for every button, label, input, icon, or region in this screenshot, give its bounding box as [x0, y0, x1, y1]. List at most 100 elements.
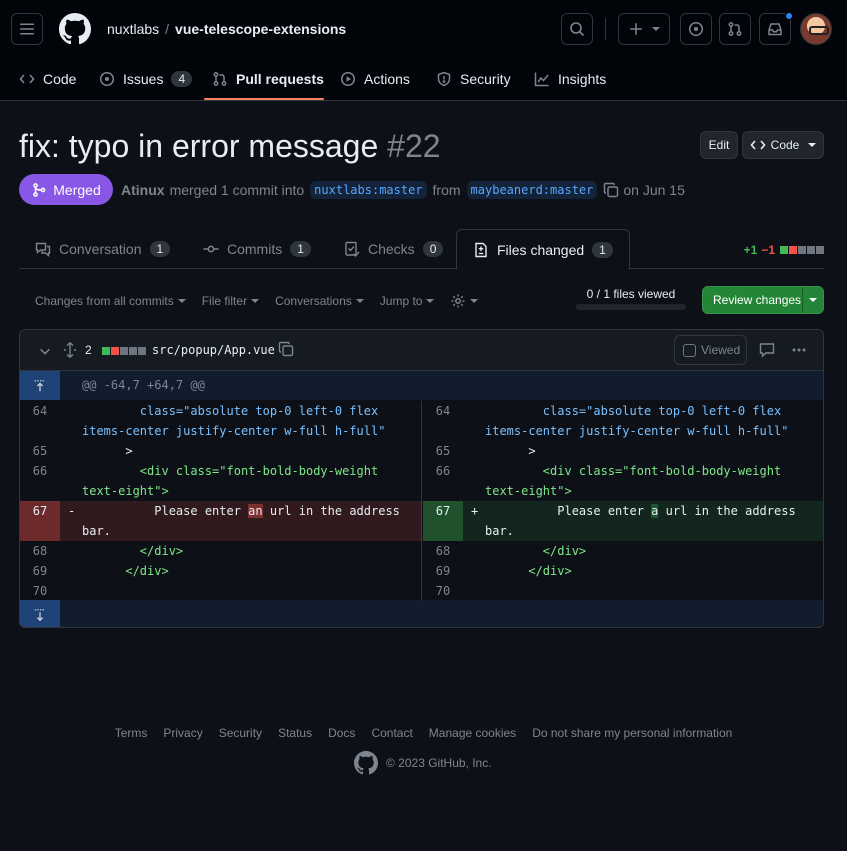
copy-icon[interactable] — [603, 182, 619, 198]
tab-label: Code — [43, 71, 77, 87]
line-number[interactable]: 69 — [20, 561, 60, 581]
collapse-file-button[interactable] — [38, 344, 52, 358]
fold-up-icon — [34, 379, 46, 391]
line-code: Please enter a url in the address bar. — [485, 501, 823, 541]
base-branch[interactable]: nuxtlabs:master — [310, 181, 427, 199]
line-number[interactable]: 69 — [423, 561, 463, 581]
expand-all-button[interactable] — [62, 342, 78, 358]
line-number[interactable]: 65 — [20, 441, 60, 461]
line-number[interactable]: 64 — [423, 401, 463, 441]
footer-link-contact[interactable]: Contact — [371, 726, 412, 740]
line-number[interactable]: 66 — [20, 461, 60, 501]
line-number[interactable]: 70 — [423, 581, 463, 601]
tab-label: Actions — [364, 71, 410, 87]
tab-conversation[interactable]: Conversation 1 — [35, 229, 171, 269]
issue-opened-icon — [688, 21, 704, 37]
tab-security[interactable]: Security — [436, 58, 511, 100]
footer-link-security[interactable]: Security — [219, 726, 262, 740]
code-dropdown-button[interactable]: Code — [742, 131, 824, 159]
copy-path-button[interactable] — [278, 341, 294, 357]
tab-actions[interactable]: Actions — [340, 58, 410, 100]
viewed-checkbox[interactable]: Viewed — [674, 335, 747, 365]
search-button[interactable] — [561, 13, 593, 45]
review-changes-button[interactable]: Review changes — [702, 286, 824, 314]
head-branch[interactable]: maybeanerd:master — [466, 181, 598, 199]
github-logo-icon[interactable] — [354, 751, 378, 775]
line-number[interactable]: 70 — [20, 581, 60, 601]
diff-line: 68 </div> — [20, 541, 422, 561]
chevron-down-icon — [426, 299, 435, 303]
pr-title: fix: typo in error message — [19, 128, 379, 164]
owner-link[interactable]: nuxtlabs — [107, 21, 159, 37]
header-divider — [605, 18, 606, 40]
footer-link-manage-cookies[interactable]: Manage cookies — [429, 726, 516, 740]
active-tab-indicator — [204, 98, 324, 100]
author-link[interactable]: Atinux — [121, 182, 165, 198]
tab-label: Commits — [227, 241, 283, 257]
tab-count-badge: 1 — [290, 241, 311, 257]
menu-button[interactable] — [11, 13, 43, 45]
footer-link-do-not-share[interactable]: Do not share my personal information — [532, 726, 732, 740]
diff-line: 70 — [20, 581, 422, 601]
tab-count-badge: 1 — [149, 241, 171, 257]
added-line: 67 + Please enter a url in the address b… — [423, 501, 823, 541]
issues-button[interactable] — [680, 13, 712, 45]
repo-nav: Code Issues 4 Pull requests Actions Secu… — [0, 58, 847, 100]
tab-issues[interactable]: Issues 4 — [99, 58, 193, 100]
tab-label: Pull requests — [236, 71, 324, 87]
pull-requests-button[interactable] — [719, 13, 751, 45]
unfold-icon — [64, 342, 76, 358]
chevron-down-icon — [470, 299, 479, 303]
user-avatar[interactable] — [800, 13, 832, 45]
tab-label: Security — [460, 71, 511, 87]
line-number[interactable]: 66 — [423, 461, 463, 501]
chevron-down-icon — [355, 299, 364, 303]
more-options-button[interactable] — [791, 342, 807, 358]
footer-link-privacy[interactable]: Privacy — [163, 726, 202, 740]
changes-from-dropdown[interactable]: Changes from all commits — [35, 294, 186, 308]
repo-link[interactable]: vue-telescope-extensions — [175, 21, 346, 37]
git-pull-request-icon — [728, 22, 742, 36]
footer-link-terms[interactable]: Terms — [115, 726, 148, 740]
tab-commits[interactable]: Commits 1 — [203, 229, 311, 269]
edit-button[interactable]: Edit — [700, 131, 738, 159]
expand-up-button[interactable] — [20, 371, 60, 400]
tab-checks[interactable]: Checks 0 — [344, 229, 444, 269]
file-filter-dropdown[interactable]: File filter — [202, 294, 260, 308]
tab-files-changed[interactable]: Files changed 1 — [456, 229, 630, 270]
create-new-button[interactable] — [618, 13, 670, 45]
line-number[interactable]: 67 — [423, 501, 463, 541]
file-path[interactable]: src/popup/App.vue — [152, 343, 275, 357]
comment-button[interactable] — [759, 342, 775, 358]
diffstat-block — [816, 246, 824, 254]
diff-settings-dropdown[interactable] — [450, 293, 479, 309]
chevron-down-icon — [809, 298, 817, 302]
diff-line: 65 > — [423, 441, 823, 461]
merged-label: Merged — [53, 181, 101, 198]
line-number[interactable]: 65 — [423, 441, 463, 461]
footer-link-docs[interactable]: Docs — [328, 726, 355, 740]
tab-pull-requests[interactable]: Pull requests — [212, 58, 324, 100]
footer-link-status[interactable]: Status — [278, 726, 312, 740]
addition-marker: + — [471, 504, 479, 518]
checkbox-icon — [683, 343, 696, 357]
github-logo-icon[interactable] — [59, 13, 91, 45]
jump-to-dropdown[interactable]: Jump to — [380, 294, 435, 308]
line-number[interactable]: 68 — [423, 541, 463, 561]
tab-insights[interactable]: Insights — [534, 58, 606, 100]
file-diff-icon — [475, 242, 487, 257]
merge-text: merged 1 commit into — [169, 182, 305, 198]
line-number[interactable]: 68 — [20, 541, 60, 561]
footer-copyright: © 2023 GitHub, Inc. — [354, 751, 492, 775]
conversations-dropdown[interactable]: Conversations — [275, 294, 364, 308]
line-code: </div> — [485, 564, 572, 578]
copy-icon — [278, 341, 294, 357]
play-icon — [340, 71, 356, 87]
issue-opened-icon — [99, 71, 115, 87]
git-pull-request-icon — [213, 72, 227, 86]
page-title: fix: typo in error message #22 — [19, 128, 441, 165]
tab-code[interactable]: Code — [19, 58, 76, 100]
line-number[interactable]: 67 — [20, 501, 60, 541]
line-number[interactable]: 64 — [20, 401, 60, 441]
expand-down-button[interactable] — [20, 600, 60, 627]
